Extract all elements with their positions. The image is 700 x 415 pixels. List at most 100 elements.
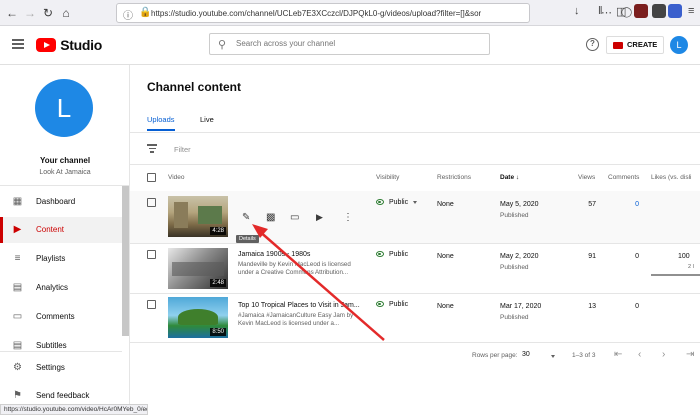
visibility-label: Public [389,199,409,206]
next-page-icon[interactable]: › [662,349,665,360]
video-date: Mar 17, 2020 [500,303,542,310]
account-avatar[interactable]: L [670,36,688,54]
column-header-visibility: Visibility [376,174,400,181]
forward-icon[interactable]: → [22,5,38,21]
home-icon[interactable]: ⌂ [58,5,74,21]
select-all-checkbox[interactable] [147,173,156,182]
filter-icon[interactable] [147,144,157,155]
video-views: 57 [588,201,596,208]
sidebar-toggle-icon[interactable]: ◫ [616,5,626,18]
back-icon[interactable]: ← [4,5,20,21]
extension-icon[interactable] [652,4,666,18]
youtube-play-icon[interactable]: ▶ [316,212,323,223]
sidebar-item-label: Settings [36,363,65,372]
download-icon[interactable]: ↓ [574,5,580,17]
chevron-down-icon[interactable] [551,355,555,358]
video-description: Mandeville by Kevin MacLeod is licensed … [238,261,351,276]
channel-title: Your channel [39,156,91,165]
tab-uploads[interactable]: Uploads [147,115,175,124]
rows-per-page-label: Rows per page: [472,352,518,359]
hamburger-menu-icon[interactable] [12,39,24,49]
main-content: Channel content Uploads Live Filter Vide… [130,65,700,405]
video-thumbnail[interactable]: 2:48 [168,248,228,289]
youtube-play-icon [36,38,56,52]
row-checkbox[interactable] [147,198,156,207]
first-page-icon[interactable]: ⇤ [614,349,622,360]
likes-ratio-bar [651,274,700,276]
video-title[interactable]: Jamaica 1900s - 1980s [238,251,310,258]
video-likes: 100 [678,253,690,260]
comments-bubble-icon[interactable]: ▭ [290,212,299,223]
video-views: 91 [588,253,596,260]
row-checkbox[interactable] [147,250,156,259]
thumbnail-detail [172,262,224,276]
visibility-select[interactable]: Public [376,199,418,206]
pagination-range: 1–3 of 3 [572,352,596,359]
rows-per-page-select[interactable]: 30 [522,351,530,358]
studio-logo[interactable]: Studio [36,37,102,53]
visibility-label: Public [389,251,409,258]
column-header-date[interactable]: Date ↓ [500,174,519,181]
sidebar-scrollbar[interactable] [122,186,129,336]
search-box[interactable]: ⚲ [209,33,490,55]
filter-input[interactable]: Filter [174,145,191,154]
more-options-icon[interactable]: ⋮ [343,212,353,223]
video-duration: 4:28 [210,227,226,235]
menu-icon[interactable]: ≡ [688,5,694,17]
restrictions-value: None [437,201,454,208]
video-thumbnail[interactable]: 8:50 [168,297,228,338]
details-pencil-icon[interactable]: ✎ [242,212,250,223]
sidebar-item-label: Comments [36,312,75,321]
sidebar: L Your channel Look At Jamaica ▦ Dashboa… [0,65,130,405]
restrictions-value: None [437,303,454,310]
library-icon[interactable]: ‖ [598,5,603,17]
video-comments[interactable]: 0 [609,201,639,208]
studio-logo-text: Studio [60,37,102,53]
create-button[interactable]: CREATE [606,36,665,54]
sidebar-item-comments[interactable]: ▭ Comments [0,304,122,330]
lock-icon[interactable]: 🔒 [139,7,151,18]
page-actions-icon[interactable]: ⋯ [601,6,612,19]
info-icon[interactable]: ⓘ [123,7,133,22]
sidebar-item-label: Subtitles [36,341,67,350]
video-thumbnail[interactable]: 4:28 [168,196,228,237]
sidebar-item-analytics[interactable]: ▤ Analytics [0,275,122,301]
thumbnail-detail [178,309,218,325]
reload-icon[interactable]: ↻ [40,5,56,21]
sidebar-item-settings[interactable]: ⚙ Settings [0,355,122,381]
url-text[interactable]: https://studio.youtube.com/channel/UCLeb… [151,9,481,18]
sidebar-item-content[interactable]: ▶ Content [0,217,122,243]
last-page-icon[interactable]: ⇥ [686,349,694,360]
public-eye-icon [376,199,384,206]
search-input[interactable] [236,39,476,48]
sidebar-item-label: Dashboard [36,197,76,206]
public-eye-icon [376,301,384,308]
table-footer-divider [130,342,700,343]
previous-page-icon[interactable]: ‹ [638,349,641,360]
analytics-icon: ▤ [12,282,23,293]
extension-badge-icon[interactable] [668,4,682,18]
row-checkbox[interactable] [147,300,156,309]
studio-header: Studio ⚲ ? CREATE L [0,26,700,65]
sidebar-item-playlists[interactable]: ≡ Playlists [0,246,122,272]
visibility-value: Public [376,251,408,258]
sidebar-divider [0,185,130,186]
extension-shield-icon[interactable] [634,4,648,18]
visibility-value: Public [376,301,408,308]
browser-toolbar: ← → ↻ ⌂ ⓘ 🔒 https://studio.youtube.com/c… [0,0,700,26]
address-bar[interactable]: ⓘ 🔒 https://studio.youtube.com/channel/U… [116,3,647,23]
channel-avatar[interactable]: L [35,79,93,137]
video-description: #Jamaica #JamaicanCulture Easy Jam by Ke… [238,312,354,327]
playlists-icon: ≡ [14,253,21,264]
tab-live[interactable]: Live [200,115,214,124]
analytics-bar-icon[interactable]: ▩ [266,212,275,223]
help-icon[interactable]: ? [586,38,599,51]
video-title[interactable]: Top 10 Tropical Places to Visit in Jam..… [238,302,360,309]
browser-status-url: https://studio.youtube.com/video/HcAr0MY… [0,404,148,415]
search-icon: ⚲ [218,39,227,51]
channel-name: Look At Jamaica [39,169,91,176]
feedback-icon: ⚑ [13,390,22,401]
video-views: 13 [588,303,596,310]
sidebar-item-dashboard[interactable]: ▦ Dashboard [0,189,122,215]
details-tooltip: Details [236,235,259,243]
